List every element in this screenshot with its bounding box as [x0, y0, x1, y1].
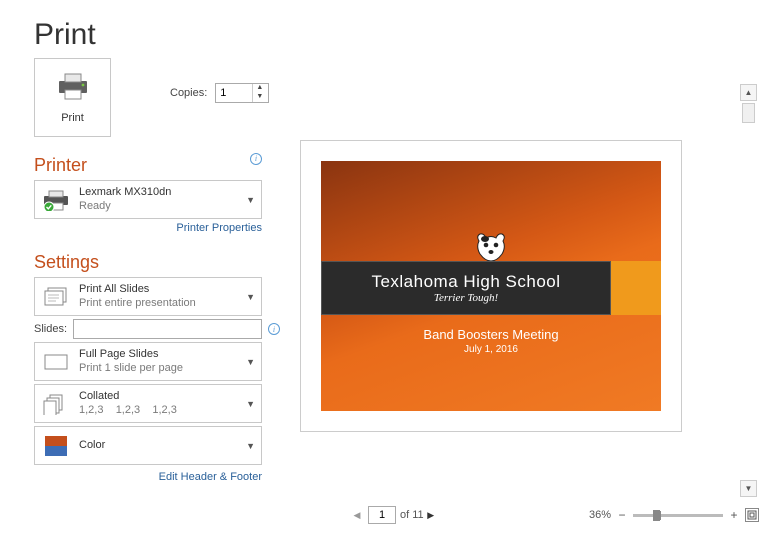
prev-page-button[interactable]: ◀ [350, 508, 364, 522]
what-main: Print All Slides [79, 283, 238, 296]
copies-up-button[interactable]: ▲ [253, 84, 266, 93]
scroll-thumb[interactable] [742, 103, 755, 123]
copies-row: Copies: ▲ ▼ [170, 83, 269, 103]
page-title: Print [0, 0, 769, 52]
copies-down-button[interactable]: ▼ [253, 93, 266, 102]
slide-preview: Texlahoma High School Terrier Tough! Ban… [300, 140, 682, 432]
scroll-down-button[interactable]: ▼ [740, 480, 757, 497]
chevron-down-icon: ▼ [246, 195, 257, 205]
info-icon[interactable]: i [268, 323, 280, 335]
printer-name: Lexmark MX310dn [79, 186, 238, 199]
what-to-print-dropdown[interactable]: Print All Slides Print entire presentati… [34, 277, 262, 316]
printer-status: Ready [79, 200, 238, 213]
slides-label: Slides: [34, 323, 67, 335]
color-main: Color [79, 439, 238, 452]
zoom-label: 36% [589, 509, 611, 521]
what-sub: Print entire presentation [79, 297, 238, 310]
copies-label: Copies: [170, 87, 207, 99]
next-page-button[interactable]: ▶ [424, 508, 438, 522]
layout-sub: Print 1 slide per page [79, 362, 238, 375]
slides-input[interactable] [73, 319, 262, 339]
page-number-input[interactable] [368, 506, 396, 524]
vertical-scrollbar[interactable]: ▲ [740, 84, 757, 123]
slide-date: July 1, 2016 [321, 344, 661, 355]
preview-nav-bar: ◀ of 11 ▶ 36% − + [350, 505, 759, 525]
print-button[interactable]: Print [34, 58, 111, 137]
edit-header-footer-link[interactable]: Edit Header & Footer [34, 471, 262, 483]
chevron-down-icon: ▼ [246, 292, 257, 302]
color-dropdown[interactable]: Color ▼ [34, 426, 262, 465]
slides-stack-icon [41, 284, 71, 310]
chevron-down-icon: ▼ [246, 399, 257, 409]
zoom-out-button[interactable]: − [615, 508, 629, 522]
chevron-down-icon: ▼ [246, 441, 257, 451]
printer-section-title: Printer [34, 155, 87, 176]
collate-sub: 1,2,3 1,2,3 1,2,3 [79, 404, 238, 417]
layout-main: Full Page Slides [79, 348, 238, 361]
printer-properties-link[interactable]: Printer Properties [34, 222, 262, 234]
zoom-in-button[interactable]: + [727, 508, 741, 522]
settings-section-title: Settings [34, 252, 290, 273]
printer-dropdown[interactable]: Lexmark MX310dn Ready ▼ [34, 180, 262, 219]
print-tile-label: Print [61, 112, 84, 124]
info-icon[interactable]: i [250, 153, 262, 165]
printer-icon [56, 72, 90, 105]
slide-subtitle: Band Boosters Meeting [321, 327, 661, 342]
copies-input[interactable] [216, 87, 252, 99]
full-page-icon [41, 349, 71, 375]
printer-small-icon [41, 187, 71, 213]
collate-dropdown[interactable]: Collated 1,2,3 1,2,3 1,2,3 ▼ [34, 384, 262, 423]
page-of-label: of 11 [400, 509, 424, 521]
zoom-fit-button[interactable] [745, 508, 759, 522]
layout-dropdown[interactable]: Full Page Slides Print 1 slide per page … [34, 342, 262, 381]
mascot-icon [473, 229, 509, 265]
zoom-slider[interactable] [633, 514, 723, 517]
color-swatch-icon [41, 433, 71, 459]
copies-spinner[interactable]: ▲ ▼ [215, 83, 269, 103]
collate-main: Collated [79, 390, 238, 403]
scroll-up-button[interactable]: ▲ [740, 84, 757, 101]
slide-school-name: Texlahoma High School [371, 272, 560, 292]
chevron-down-icon: ▼ [246, 357, 257, 367]
slide-tagline: Terrier Tough! [434, 292, 498, 304]
collated-icon [41, 391, 71, 417]
